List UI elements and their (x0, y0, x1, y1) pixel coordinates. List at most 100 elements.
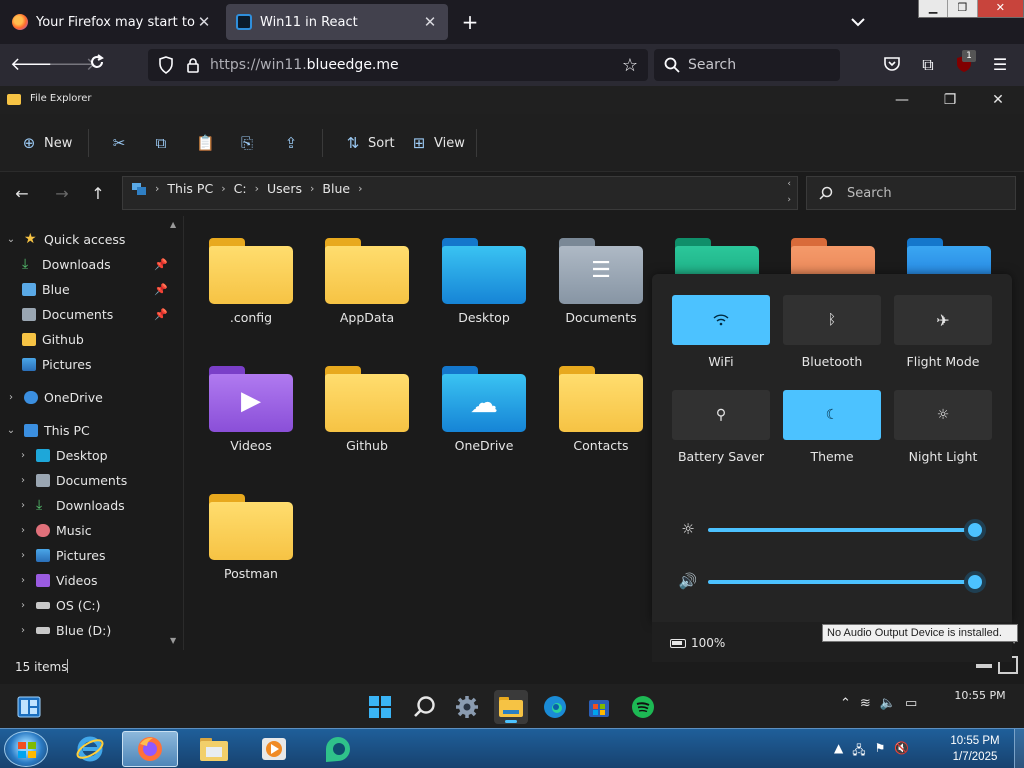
chevron-up-icon[interactable]: ⌃ (840, 696, 851, 711)
scroll-left-icon[interactable]: ‹ (787, 179, 791, 189)
back-arrow-icon[interactable]: ← (10, 182, 34, 206)
search-button[interactable] (408, 690, 442, 724)
battery-saver-toggle[interactable]: ⚲ (672, 390, 770, 440)
close-window-button[interactable]: ✕ (977, 0, 1023, 17)
browser-tab-firefox-notice[interactable]: Your Firefox may start to have p ✕ (2, 4, 222, 40)
folder-appdata[interactable]: AppData (311, 226, 417, 344)
sidebar-item-documents[interactable]: Documents 📌 (0, 303, 178, 325)
chevron-right-icon[interactable]: › (16, 475, 30, 486)
chevron-right-icon[interactable]: › (4, 392, 18, 403)
forward-button[interactable]: 🡒 (48, 53, 96, 77)
wifi-toggle[interactable] (672, 295, 770, 345)
show-hidden-icons-icon[interactable]: ▲ (834, 741, 843, 762)
folder-postman[interactable]: Postman (195, 482, 301, 600)
folder-documents[interactable]: ☰ Documents (545, 226, 651, 344)
restore-window-button[interactable]: ❐ (948, 0, 978, 17)
breadcrumb-item[interactable]: Blue (322, 181, 350, 196)
new-button[interactable]: ⊕ New (20, 132, 73, 154)
folder-github[interactable]: Github (311, 354, 417, 472)
breadcrumb[interactable]: › This PC › C: › Users › Blue › ‹ › (122, 176, 798, 210)
sidebar-item-pc-pictures[interactable]: › Pictures (0, 544, 178, 566)
slider-thumb[interactable] (964, 571, 986, 593)
file-explorer-taskbar-button[interactable] (494, 690, 528, 724)
rename-button[interactable]: ⎘ (238, 132, 262, 154)
chevron-right-icon[interactable]: › (16, 600, 30, 611)
share-button[interactable]: ⇪ (282, 132, 306, 154)
folder-contacts[interactable]: Contacts (545, 354, 651, 472)
folder-onedrive[interactable]: ☁ OneDrive (428, 354, 534, 472)
widgets-button[interactable] (12, 690, 46, 724)
internet-explorer-taskbar-button[interactable] (62, 731, 118, 767)
settings-button[interactable] (450, 690, 484, 724)
hamburger-menu-icon[interactable]: ☰ (990, 55, 1010, 75)
edge-button[interactable] (538, 690, 572, 724)
cut-button[interactable]: ✂ (110, 132, 134, 154)
show-desktop-button[interactable] (1014, 729, 1024, 768)
reload-button[interactable] (84, 53, 110, 77)
shield-icon[interactable] (158, 56, 174, 74)
wifi-icon[interactable]: ≋ (860, 696, 871, 711)
sidebar-item-pc-downloads[interactable]: › ⤓ Downloads (0, 494, 178, 516)
slider-thumb[interactable] (964, 519, 986, 541)
chevron-right-icon[interactable]: › (16, 625, 30, 636)
chevron-down-icon[interactable]: ⌄ (4, 234, 18, 245)
new-tab-button[interactable]: + (458, 8, 482, 36)
firefox-taskbar-button[interactable] (122, 731, 178, 767)
battery-icon[interactable]: ▭ (905, 696, 917, 711)
copy-button[interactable]: ⧉ (152, 132, 176, 154)
minimize-button[interactable]: — (892, 90, 912, 110)
breadcrumb-item[interactable]: C: (234, 181, 247, 196)
chevron-right-icon[interactable]: › (16, 575, 30, 586)
folder-desktop[interactable]: Desktop (428, 226, 534, 344)
extensions-puzzle-icon[interactable]: ⧉ (918, 55, 938, 75)
app-taskbar-button[interactable] (310, 731, 366, 767)
pin-icon[interactable]: 📌 (154, 308, 168, 321)
sort-button[interactable]: ⇅ Sort (344, 132, 395, 154)
sidebar-item-onedrive[interactable]: › OneDrive (0, 386, 178, 408)
browser-tab-win11[interactable]: Win11 in React ✕ (226, 4, 448, 40)
list-all-tabs-button[interactable] (848, 10, 868, 34)
url-bar[interactable]: https://win11.blueedge.me ☆ (148, 49, 648, 81)
sidebar-item-pc-documents[interactable]: › Documents (0, 469, 178, 491)
windows7-start-button[interactable] (4, 731, 48, 767)
folder-config[interactable]: .config (195, 226, 301, 344)
close-button[interactable]: ✕ (988, 90, 1008, 110)
action-center-flag-icon[interactable]: ⚑ (875, 741, 886, 762)
folder-videos[interactable]: ▶ Videos (195, 354, 301, 472)
chevron-right-icon[interactable]: › (16, 550, 30, 561)
sidebar-item-pictures[interactable]: Pictures (0, 353, 178, 375)
chevron-right-icon[interactable]: › (16, 525, 30, 536)
slider-track[interactable] (708, 580, 970, 584)
sidebar-item-blue-d[interactable]: › Blue (D:) (0, 619, 178, 641)
close-tab-icon[interactable]: ✕ (196, 13, 212, 31)
spotify-button[interactable] (626, 690, 660, 724)
browser-search-field[interactable]: Search (654, 49, 840, 81)
start-button[interactable] (363, 690, 397, 724)
breadcrumb-item[interactable]: Users (267, 181, 302, 196)
explorer-search-field[interactable]: Search (806, 176, 1016, 210)
details-view-icon[interactable] (976, 664, 992, 668)
sidebar-item-desktop[interactable]: › Desktop (0, 444, 178, 466)
chevron-right-icon[interactable]: › (16, 450, 30, 461)
brightness-slider[interactable]: ☼ (678, 516, 1008, 544)
paste-button[interactable]: 📋 (196, 132, 220, 154)
up-arrow-icon[interactable]: ↑ (86, 182, 110, 206)
network-icon[interactable]: 🖧 (852, 741, 865, 762)
pin-icon[interactable]: 📌 (154, 258, 168, 271)
sidebar-item-downloads[interactable]: ⤓ Downloads 📌 (0, 253, 178, 275)
flight-mode-toggle[interactable]: ✈ (894, 295, 992, 345)
sidebar-item-blue[interactable]: Blue 📌 (0, 278, 178, 300)
media-player-taskbar-button[interactable] (246, 731, 302, 767)
theme-toggle[interactable]: ☾ (783, 390, 881, 440)
pocket-icon[interactable] (882, 55, 902, 75)
lock-icon[interactable] (186, 57, 200, 73)
minimize-window-button[interactable]: ▁ (919, 0, 949, 17)
chevron-down-icon[interactable]: ⌄ (4, 425, 18, 436)
windows-explorer-taskbar-button[interactable] (186, 731, 242, 767)
store-button[interactable] (582, 690, 616, 724)
speaker-icon[interactable]: 🔈 (880, 696, 896, 711)
volume-muted-icon[interactable]: 🔇 (894, 741, 909, 762)
close-tab-icon[interactable]: ✕ (422, 13, 438, 31)
sidebar-item-music[interactable]: › Music (0, 519, 178, 541)
maximize-button[interactable]: ❐ (940, 90, 960, 110)
